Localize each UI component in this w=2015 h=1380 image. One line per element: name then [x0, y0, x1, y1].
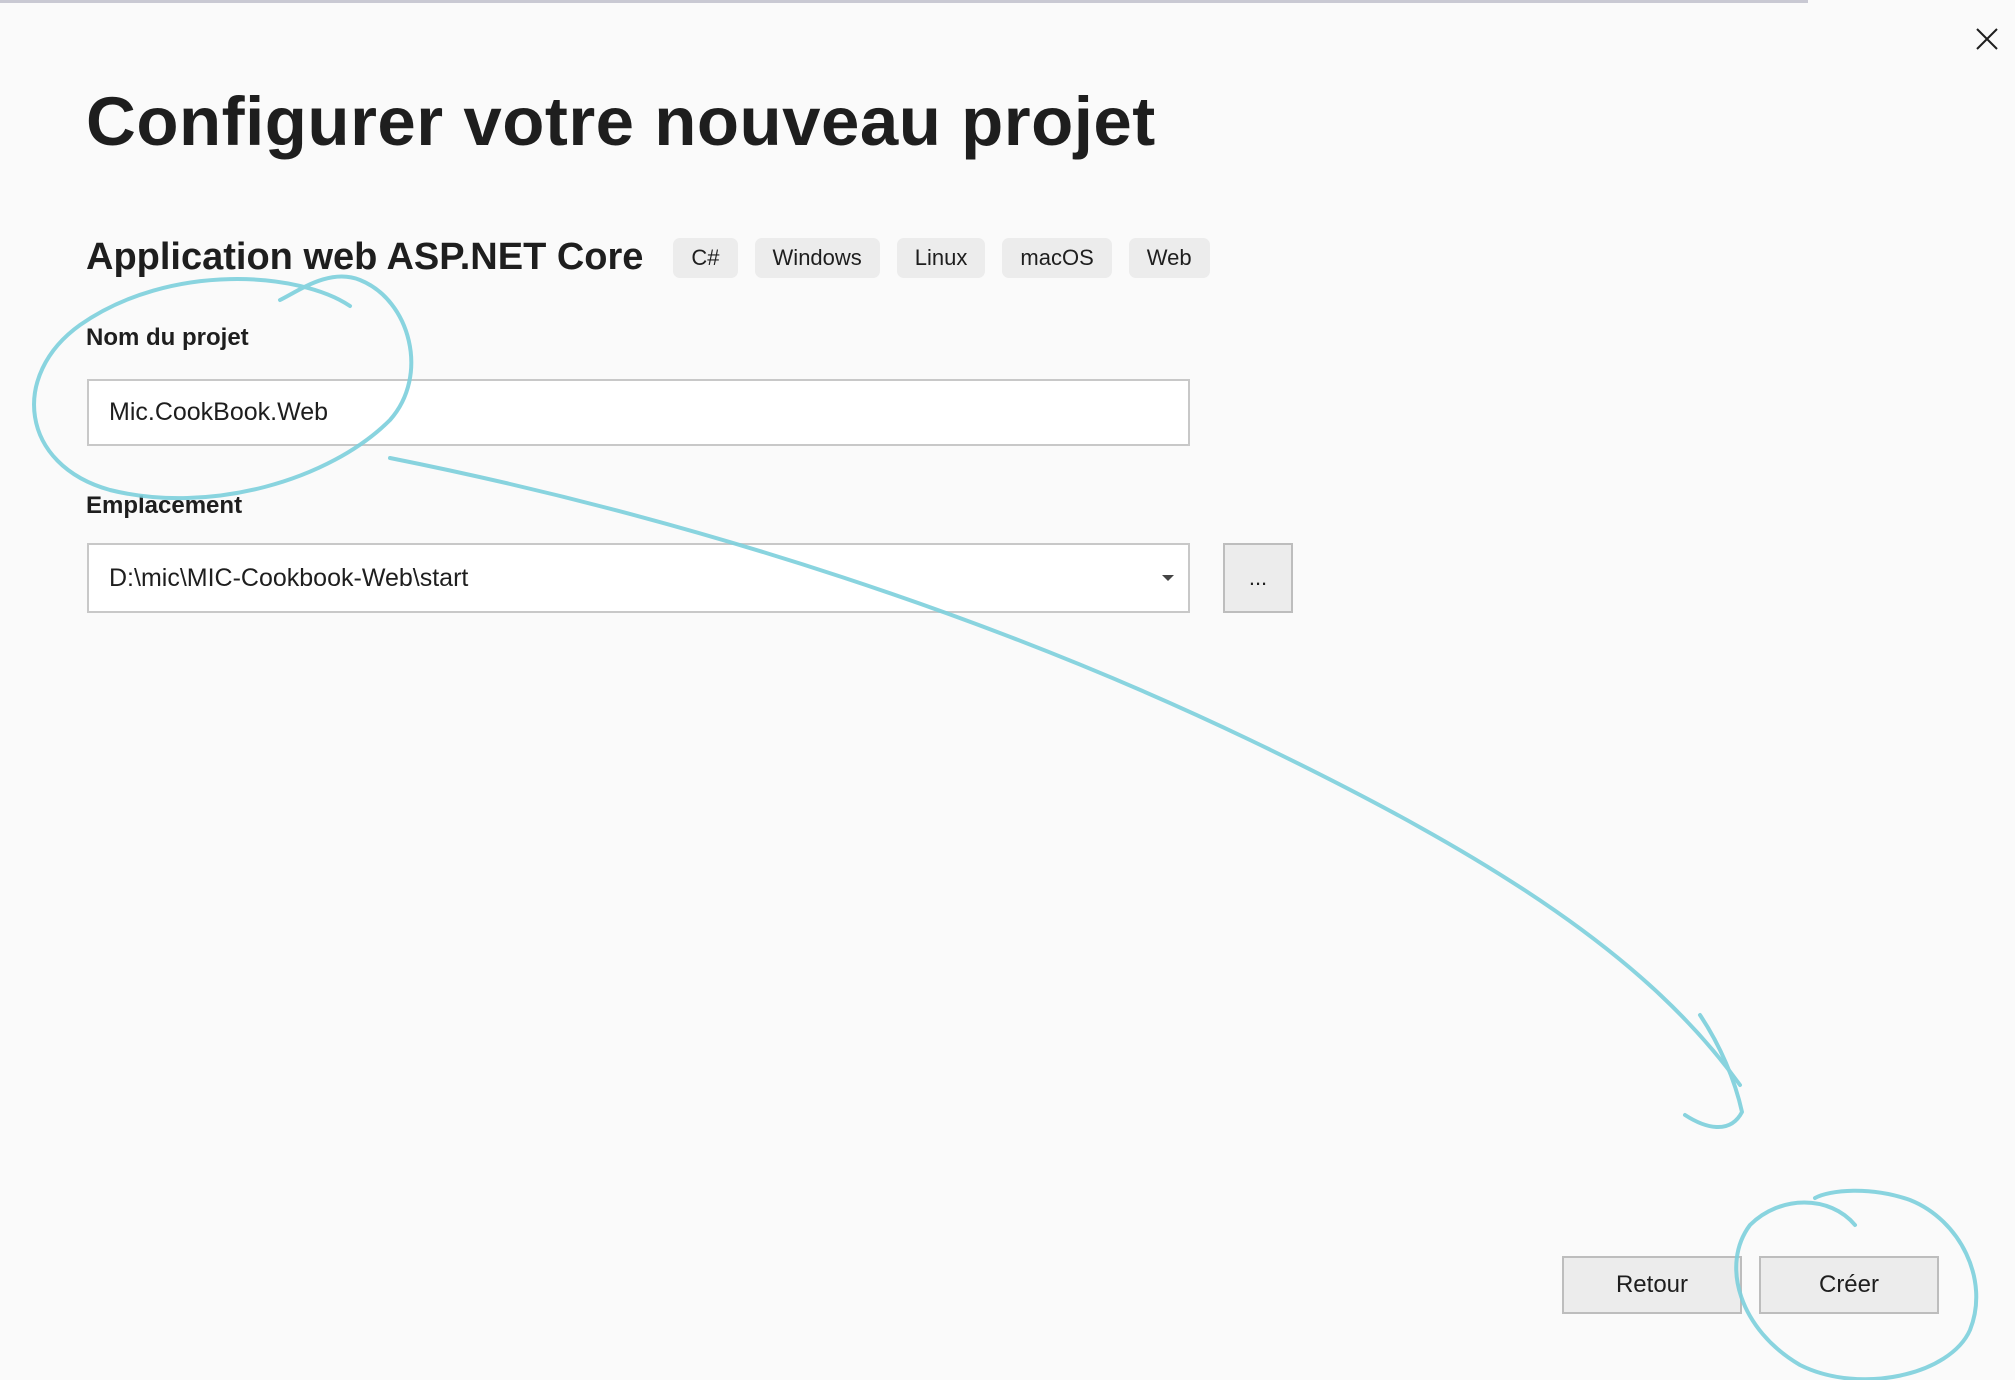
- hand-drawn-annotation: [32, 274, 1979, 1380]
- project-name-label: Nom du projet: [86, 324, 249, 351]
- tag-linux: Linux: [896, 237, 986, 278]
- tag-csharp: C#: [673, 237, 738, 278]
- chevron-down-icon[interactable]: [1162, 575, 1174, 581]
- close-button[interactable]: [1970, 22, 2004, 56]
- window-top-border: [0, 0, 1808, 3]
- page-title: Configurer votre nouveau projet: [86, 83, 1156, 160]
- tag-web: Web: [1128, 237, 1210, 278]
- location-label: Emplacement: [86, 492, 243, 519]
- location-value: D:\mic\MIC-Cookbook-Web\start: [109, 563, 469, 592]
- project-name-input[interactable]: [87, 379, 1190, 446]
- browse-button[interactable]: ...: [1223, 543, 1293, 613]
- tag-macos: macOS: [1002, 237, 1112, 278]
- back-button[interactable]: Retour: [1562, 1256, 1742, 1314]
- tag-windows: Windows: [754, 237, 880, 278]
- annotation-arrow-head: [1683, 1013, 1744, 1129]
- create-button[interactable]: Créer: [1759, 1256, 1939, 1314]
- close-icon: [1976, 28, 1998, 50]
- template-header: Application web ASP.NET Core C# Windows …: [86, 236, 1227, 279]
- template-name: Application web ASP.NET Core: [86, 236, 644, 278]
- location-combobox[interactable]: D:\mic\MIC-Cookbook-Web\start: [87, 543, 1190, 613]
